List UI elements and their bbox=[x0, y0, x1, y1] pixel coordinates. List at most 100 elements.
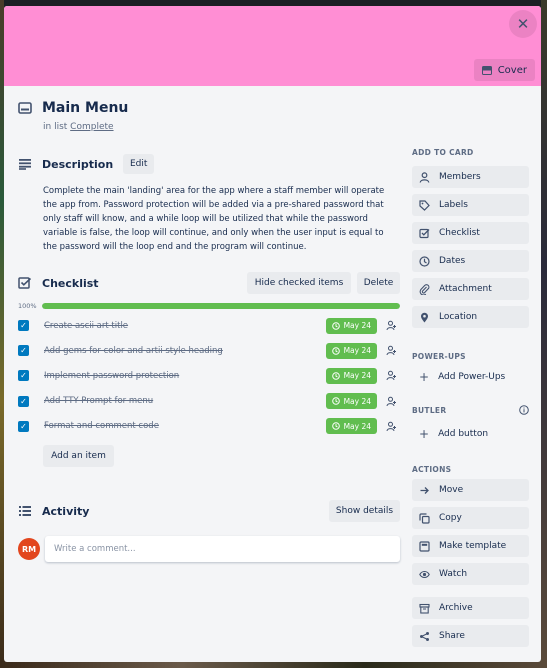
copy-label: Copy bbox=[439, 513, 462, 523]
checklist-item-text[interactable]: Format and comment code bbox=[44, 421, 326, 431]
checkmark-icon: ✓ bbox=[20, 321, 27, 331]
archive-label: Archive bbox=[439, 603, 473, 613]
add-member-icon bbox=[386, 396, 396, 406]
due-date-badge[interactable]: May 24 bbox=[325, 317, 377, 334]
checklist-button[interactable]: Checklist bbox=[412, 222, 529, 244]
members-label: Members bbox=[439, 172, 481, 182]
location-button[interactable]: Location bbox=[412, 306, 529, 328]
checklist-label: Checklist bbox=[439, 228, 480, 238]
info-icon[interactable] bbox=[519, 405, 529, 415]
close-button[interactable]: ✕ bbox=[509, 10, 537, 38]
checklist-item[interactable]: ✓ Format and comment code May 24 bbox=[18, 414, 400, 439]
dates-button[interactable]: Dates bbox=[412, 250, 529, 272]
comment-input[interactable] bbox=[45, 536, 400, 562]
checklist-item[interactable]: ✓ Add TTY Prompt for menu May 24 bbox=[18, 389, 400, 414]
checkbox[interactable]: ✓ bbox=[18, 420, 29, 432]
card-icon bbox=[18, 102, 32, 114]
butler-label-text: BUTLER bbox=[412, 405, 447, 415]
description-title: Description bbox=[42, 157, 114, 171]
add-butler-button[interactable]: + Add button bbox=[412, 423, 529, 445]
add-member-icon bbox=[386, 320, 396, 331]
arrow-right-icon bbox=[419, 485, 430, 496]
activity-title: Activity bbox=[42, 504, 90, 518]
close-icon: ✕ bbox=[516, 15, 530, 33]
due-date-badge[interactable]: May 24 bbox=[325, 342, 377, 359]
watch-button[interactable]: Watch bbox=[412, 563, 529, 585]
checklist-item-text[interactable]: Implement password protection bbox=[44, 371, 326, 381]
person-icon bbox=[419, 171, 430, 183]
add-member-icon bbox=[386, 371, 396, 381]
labels-button[interactable]: Labels bbox=[412, 194, 529, 216]
checkbox[interactable]: ✓ bbox=[18, 370, 29, 382]
tag-icon bbox=[419, 199, 430, 211]
checklist-icon bbox=[419, 228, 430, 239]
attachment-label: Attachment bbox=[439, 284, 492, 294]
checklist-item-text[interactable]: Create ascii art title bbox=[44, 321, 326, 331]
checkbox[interactable]: ✓ bbox=[18, 345, 29, 357]
checkbox[interactable]: ✓ bbox=[18, 395, 29, 407]
share-label: Share bbox=[439, 631, 465, 641]
checkmark-icon: ✓ bbox=[20, 371, 27, 381]
make-template-label: Make template bbox=[439, 541, 507, 551]
assign-member-button[interactable] bbox=[382, 417, 400, 435]
assign-member-button[interactable] bbox=[382, 392, 400, 410]
card-sidebar: ADD TO CARD Members Labels Checklist Dates A… bbox=[412, 146, 529, 647]
due-date-badge[interactable]: May 24 bbox=[325, 393, 377, 410]
checklist-item[interactable]: ✓ Add gems for color and artii style head… bbox=[18, 338, 400, 363]
assign-member-button[interactable] bbox=[382, 317, 400, 335]
list-name-link[interactable]: Complete bbox=[70, 122, 113, 132]
cover-button-label: Cover bbox=[497, 64, 527, 76]
archive-button[interactable]: Archive bbox=[412, 597, 529, 619]
delete-checklist-button[interactable]: Delete bbox=[357, 272, 400, 294]
board-background-right bbox=[541, 0, 547, 668]
in-list-text: in list Complete bbox=[43, 122, 527, 132]
eye-icon bbox=[419, 569, 430, 580]
checkmark-icon: ✓ bbox=[20, 346, 27, 356]
copy-button[interactable]: Copy bbox=[412, 507, 529, 529]
cover-icon bbox=[481, 65, 492, 75]
template-icon bbox=[419, 540, 430, 552]
add-to-card-label: ADD TO CARD bbox=[412, 146, 529, 158]
add-to-card-label-text: ADD TO CARD bbox=[412, 147, 474, 157]
checklist-items: ✓ Create ascii art title May 24 ✓ Add gems f… bbox=[18, 313, 400, 439]
assign-member-button[interactable] bbox=[382, 342, 400, 360]
action-buttons: Move Copy Make template Watch Archive Share bbox=[412, 479, 529, 647]
checklist-item-text[interactable]: Add TTY Prompt for menu bbox=[44, 396, 326, 406]
location-label: Location bbox=[439, 312, 478, 322]
add-power-ups-button[interactable]: + Add Power-Ups bbox=[412, 366, 529, 388]
clock-icon bbox=[331, 422, 340, 431]
due-date-badge[interactable]: May 24 bbox=[325, 367, 377, 384]
checklist-item[interactable]: ✓ Implement password protection May 24 bbox=[18, 363, 400, 388]
hide-checked-items-button[interactable]: Hide checked items bbox=[247, 272, 351, 294]
avatar[interactable]: RM bbox=[18, 538, 40, 560]
show-details-button[interactable]: Show details bbox=[329, 500, 400, 522]
share-button[interactable]: Share bbox=[412, 625, 529, 647]
move-button[interactable]: Move bbox=[412, 479, 529, 501]
members-button[interactable]: Members bbox=[412, 166, 529, 188]
labels-label: Labels bbox=[439, 200, 468, 210]
attachment-button[interactable]: Attachment bbox=[412, 278, 529, 300]
clock-icon bbox=[331, 372, 340, 380]
card-title[interactable]: Main Menu bbox=[42, 100, 128, 116]
move-label: Move bbox=[439, 485, 464, 495]
cover-button[interactable]: Cover bbox=[473, 59, 535, 81]
due-date-text: May 24 bbox=[343, 371, 371, 381]
due-date-text: May 24 bbox=[343, 321, 371, 331]
checkmark-icon: ✓ bbox=[20, 421, 27, 431]
description-edit-button[interactable]: Edit bbox=[123, 154, 155, 174]
progress-bar bbox=[42, 303, 400, 309]
paperclip-icon bbox=[419, 283, 430, 295]
checklist-item-text[interactable]: Add gems for color and artii style headi… bbox=[44, 346, 326, 356]
description-text[interactable]: Complete the main 'landing' area for the… bbox=[43, 184, 400, 254]
due-date-badge[interactable]: May 24 bbox=[325, 418, 377, 435]
add-item-button[interactable]: Add an item bbox=[43, 444, 114, 467]
assign-member-button[interactable] bbox=[382, 367, 400, 385]
checklist-item[interactable]: ✓ Create ascii art title May 24 bbox=[18, 313, 400, 338]
power-ups-label: POWER-UPS bbox=[412, 350, 529, 362]
dates-label: Dates bbox=[439, 256, 466, 266]
checkbox[interactable]: ✓ bbox=[18, 320, 29, 332]
checklist-title[interactable]: Checklist bbox=[42, 277, 99, 290]
add-to-card-buttons: Members Labels Checklist Dates Attachment Loc… bbox=[412, 166, 529, 328]
make-template-button[interactable]: Make template bbox=[412, 535, 529, 557]
share-icon bbox=[419, 631, 430, 642]
